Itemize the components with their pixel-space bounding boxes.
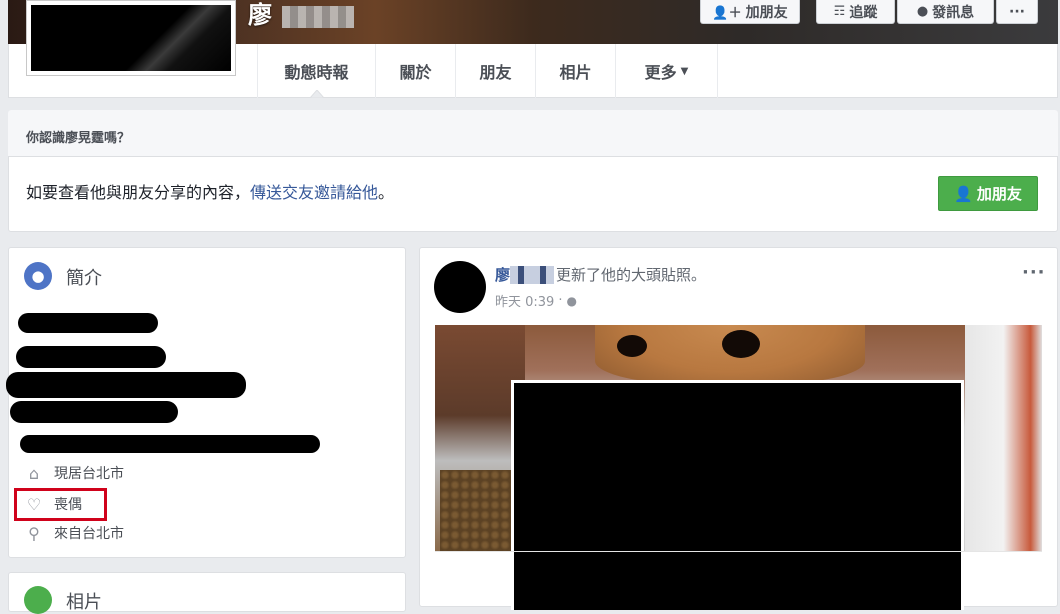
rss-icon: ☶	[833, 4, 846, 19]
black-redaction-overlay	[511, 380, 964, 610]
friend-request-text: 如要查看他與朋友分享的內容，傳送交友邀請給他。	[26, 179, 394, 203]
profile-name: 廖	[248, 1, 272, 29]
redaction-mark	[10, 401, 178, 423]
tab-friends-label: 朋友	[479, 63, 512, 82]
tab-about[interactable]: 關於	[376, 44, 456, 98]
author-name-mosaic	[510, 266, 554, 284]
intro-row-text: 現居台北市	[54, 466, 124, 482]
friend-request-suffix: 。	[378, 183, 395, 202]
dog-eye-left	[617, 335, 647, 357]
tab-timeline-label: 動態時報	[284, 63, 349, 82]
friend-request-header	[8, 110, 1058, 157]
send-friend-request-link[interactable]: 傳送交友邀請給他	[250, 183, 378, 202]
name-blur-mosaic	[282, 6, 354, 28]
photos-icon	[24, 586, 52, 614]
photo-background-right	[965, 325, 1042, 551]
location-pin-icon: ⚲	[28, 523, 40, 543]
globe-icon: ●	[566, 293, 577, 308]
tab-more[interactable]: 更多 ▼	[616, 44, 718, 98]
home-icon: ⌂	[28, 463, 40, 483]
intro-title: 簡介	[66, 268, 102, 289]
profile-picture-image	[31, 5, 231, 71]
more-options-button[interactable]: ···	[996, 0, 1038, 24]
add-friend-label: 加朋友	[745, 4, 788, 21]
profile-picture[interactable]	[26, 0, 236, 76]
intro-row-lives-in: ⌂ 現居台北市	[24, 462, 124, 484]
photo-kibble	[440, 470, 520, 551]
tab-more-label: 更多	[644, 63, 677, 82]
add-friend-icon: 👤	[954, 184, 973, 203]
post-options-icon[interactable]: ···	[1022, 262, 1046, 283]
photos-card-title: 相片	[66, 592, 102, 613]
post-meta: 昨天 0:39 · ●	[495, 291, 577, 310]
message-button[interactable]: ● 發訊息	[897, 0, 994, 24]
follow-label: 追蹤	[849, 4, 878, 21]
tab-photos-label: 相片	[559, 63, 592, 82]
tab-photos[interactable]: 相片	[536, 44, 616, 98]
post-divider	[435, 551, 1042, 552]
message-label: 發訊息	[932, 4, 975, 21]
post-author-avatar[interactable]	[434, 261, 486, 313]
redaction-mark	[20, 435, 320, 453]
redaction-mark	[18, 313, 158, 333]
follow-button[interactable]: ☶ 追蹤	[816, 0, 895, 24]
add-friend-green-button[interactable]: 👤 加朋友	[938, 176, 1038, 211]
post-author-name[interactable]: 廖	[495, 264, 510, 285]
messenger-icon: ●	[916, 4, 929, 19]
tab-friends[interactable]: 朋友	[456, 44, 536, 98]
separator-dot: ·	[558, 293, 563, 308]
redaction-mark	[16, 346, 166, 368]
intro-row-from: ⚲ 來自台北市	[24, 522, 124, 544]
add-friend-green-label: 加朋友	[976, 185, 1022, 203]
friend-request-prefix: 如要查看他與朋友分享的內容，	[26, 183, 251, 202]
red-highlight-box	[14, 488, 107, 521]
intro-row-text: 來自台北市	[54, 526, 124, 542]
add-friend-icon: 👤＋	[712, 6, 742, 21]
post-action-text: 更新了他的大頭貼照。	[556, 266, 707, 284]
globe-icon: ●	[24, 262, 52, 290]
add-friend-button[interactable]: 👤＋ 加朋友	[700, 0, 800, 24]
post-timestamp[interactable]: 昨天 0:39	[495, 291, 554, 310]
redaction-mark	[6, 372, 246, 398]
active-tab-caret	[310, 90, 324, 98]
more-options-label: ···	[1009, 3, 1025, 20]
dog-eye-right	[722, 330, 760, 358]
chevron-down-icon: ▼	[680, 65, 689, 77]
tab-about-label: 關於	[399, 63, 432, 82]
friend-request-title: 你認識廖晃霆嗎？	[26, 131, 131, 146]
